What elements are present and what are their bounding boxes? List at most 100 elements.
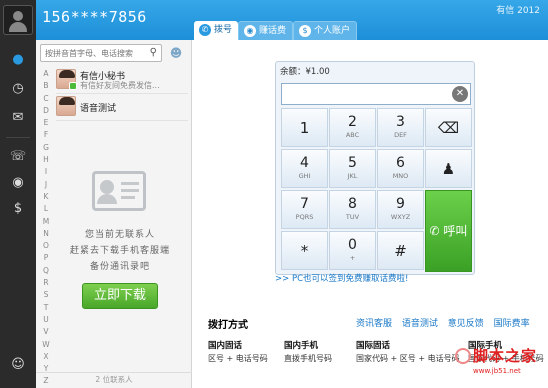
key-letters: GHI (298, 172, 311, 180)
rail-divider (6, 137, 30, 138)
alphabet-letter[interactable]: A (40, 68, 52, 80)
search-input[interactable] (41, 45, 141, 61)
user-avatar[interactable] (3, 5, 33, 35)
dial-pad-box: 余额：¥1.00 ✕ 1 2 ABC 3 DEF 4 GHI 5 JKL 6 MNO 7 PQRS 8 TU… (275, 61, 475, 275)
key-7[interactable]: 7 PQRS (281, 190, 328, 229)
alphabet-letter[interactable]: H (40, 154, 52, 166)
alphabet-letter[interactable]: B (40, 80, 52, 92)
key-letters: JKL (347, 172, 358, 180)
key-3[interactable]: 3 DEF (377, 108, 424, 147)
phone-icon: ✆ (199, 24, 211, 36)
call-button[interactable]: ✆ 呼叫 (425, 190, 472, 272)
method-value: 区号 + 电话号码 (208, 354, 268, 363)
money-bag-icon: ◉ (244, 25, 256, 37)
backspace-icon[interactable]: ⌫ (425, 108, 472, 147)
key-digit: 6 (396, 155, 405, 171)
alphabet-letter[interactable]: V (40, 326, 52, 338)
alphabet-letter[interactable]: X (40, 351, 52, 363)
backspace-glyph: ⌫ (437, 119, 460, 137)
key-5[interactable]: 5 JKL (329, 149, 376, 188)
empty-text-line: 您当前无联系人 (84, 230, 155, 240)
link-service[interactable]: 资讯客服 (356, 319, 392, 329)
search-box: ⚲ (40, 44, 162, 62)
key-digit: 3 (396, 114, 405, 130)
alphabet-letter[interactable]: K (40, 191, 52, 203)
contact-item[interactable]: 语音测试 (56, 95, 188, 119)
help-links: 资讯客服 语音测试 意见反馈 国际费率 (356, 316, 537, 329)
history-icon[interactable]: ◷ (8, 79, 28, 99)
contact-item[interactable]: 有信小秘书 有信好友间免费发信... (56, 68, 188, 92)
key-digit: 4 (300, 155, 309, 171)
alphabet-letter[interactable]: S (40, 289, 52, 301)
method-value: 国家代码 + 区号 + 电话号码 (356, 354, 460, 363)
alphabet-letter[interactable]: T (40, 302, 52, 314)
add-contact-icon[interactable]: ♟ (425, 149, 472, 188)
key-letters: MNO (392, 172, 409, 180)
phone-number: 156****7856 (42, 8, 147, 26)
alphabet-letter[interactable]: L (40, 203, 52, 215)
dollar-icon: $ (299, 25, 311, 37)
key-digit: 7 (300, 196, 309, 212)
link-voice-test[interactable]: 语音测试 (402, 319, 438, 329)
left-rail: ● ◷ ✉ ☏ ◉ $ ☺ (0, 0, 36, 388)
call-label: 呼叫 (443, 224, 468, 238)
alphabet-letter[interactable]: E (40, 117, 52, 129)
alphabet-letter[interactable]: J (40, 179, 52, 191)
add-contact-icon[interactable]: ☻ (166, 44, 186, 62)
online-badge (69, 82, 77, 90)
number-input[interactable] (282, 84, 452, 104)
method-domestic-landline: 国内固话 区号 + 电话号码 (208, 340, 268, 366)
alphabet-letter[interactable]: Q (40, 265, 52, 277)
dollar-icon[interactable]: $ (8, 199, 28, 219)
key-0[interactable]: 0 + (329, 231, 376, 270)
alphabet-letter[interactable]: G (40, 142, 52, 154)
key-digit: 0 (348, 237, 357, 253)
money-bag-icon[interactable]: ◉ (8, 173, 28, 193)
contact-subtitle: 有信好友间免费发信... (80, 81, 160, 90)
key-hash[interactable]: # (377, 231, 424, 270)
link-feedback[interactable]: 意见反馈 (448, 319, 484, 329)
key-2[interactable]: 2 ABC (329, 108, 376, 147)
add-contact-glyph: ♟ (441, 160, 456, 178)
message-icon[interactable]: ✉ (8, 108, 28, 128)
call-icon[interactable]: ☏ (8, 147, 28, 167)
method-heading: 国内手机 (284, 341, 319, 351)
alphabet-letter[interactable]: P (40, 252, 52, 264)
key-9[interactable]: 9 WXYZ (377, 190, 424, 229)
clear-icon[interactable]: ✕ (452, 86, 468, 102)
emoticon-icon[interactable]: ☺ (8, 355, 28, 375)
key-6[interactable]: 6 MNO (377, 149, 424, 188)
alphabet-letter[interactable]: D (40, 105, 52, 117)
key-letters: ABC (345, 131, 360, 139)
key-digit: 8 (348, 196, 357, 212)
link-intl-rates[interactable]: 国际费率 (494, 319, 530, 329)
key-digit: 2 (348, 114, 357, 130)
checkin-promo-link[interactable]: >> PC也可以签到免费赚取话费啦! (275, 272, 408, 284)
key-digit: 1 (299, 119, 310, 137)
tab-account[interactable]: $ 个人账户 (293, 21, 358, 40)
alphabet-letter[interactable]: M (40, 216, 52, 228)
key-8[interactable]: 8 TUV (329, 190, 376, 229)
key-star[interactable]: * (281, 231, 328, 270)
alphabet-letter[interactable]: W (40, 339, 52, 351)
alphabet-letter[interactable]: C (40, 93, 52, 105)
list-divider (56, 120, 188, 121)
empty-text-line: 备份通讯录吧 (89, 262, 150, 272)
alphabet-letter[interactable]: U (40, 314, 52, 326)
site-watermark: 脚本之家 www.jb51.net (455, 345, 547, 388)
watermark-title: 脚本之家 (473, 347, 538, 365)
key-1[interactable]: 1 (281, 108, 328, 147)
key-digit: 5 (348, 155, 357, 171)
contacts-icon[interactable]: ● (8, 50, 28, 70)
alphabet-letter[interactable]: R (40, 277, 52, 289)
alphabet-letter[interactable]: N (40, 228, 52, 240)
alphabet-letter[interactable]: F (40, 129, 52, 141)
tab-dial[interactable]: ✆ 拨号 (194, 21, 239, 40)
search-icon[interactable]: ⚲ (150, 47, 157, 58)
alphabet-letter[interactable]: O (40, 240, 52, 252)
brand-label: 有信 2012 (496, 6, 540, 16)
alphabet-letter[interactable]: I (40, 166, 52, 178)
tab-earn-credit[interactable]: ◉ 赚话费 (238, 21, 294, 40)
key-4[interactable]: 4 GHI (281, 149, 328, 188)
download-button[interactable]: 立即下载 (82, 283, 158, 309)
